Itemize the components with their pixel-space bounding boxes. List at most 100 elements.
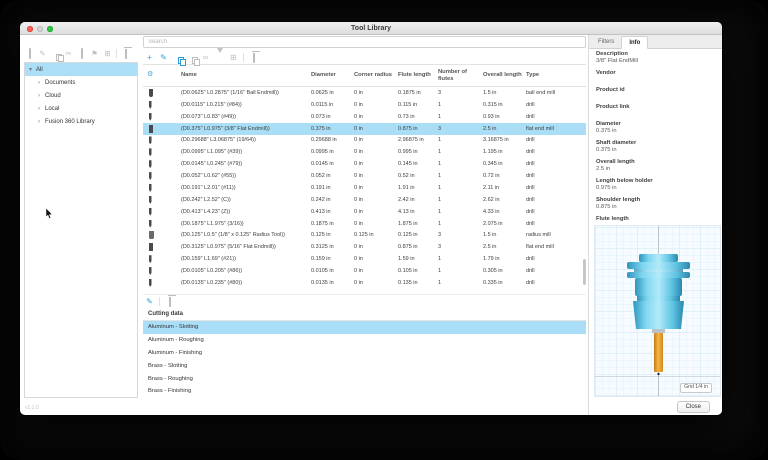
field-value: 0.375 in bbox=[596, 147, 718, 154]
titlebar: Tool Library bbox=[20, 22, 722, 35]
close-button[interactable]: Close bbox=[677, 401, 710, 413]
gear-icon[interactable]: ⚙ bbox=[143, 71, 181, 79]
col-corner-radius[interactable]: Corner radius bbox=[354, 72, 398, 79]
library-toolbar: ✎ ✂ ⚑ ⊞ bbox=[25, 47, 137, 60]
tree-item-label: All bbox=[36, 67, 43, 73]
table-row[interactable]: (D0.073" L0.83" (#49)) 0.073 in 0 in 0.7… bbox=[143, 111, 586, 123]
field-label: Shoulder length bbox=[596, 197, 718, 204]
table-header: ⚙ Name Diameter Corner radius Flute leng… bbox=[143, 65, 586, 87]
search-input[interactable] bbox=[143, 36, 586, 48]
field-label: Product link bbox=[596, 104, 718, 111]
drill-icon bbox=[149, 113, 152, 121]
chevron-right-icon[interactable]: › bbox=[38, 93, 42, 99]
export-library-icon[interactable] bbox=[77, 50, 86, 58]
import-library-icon[interactable]: ⚑ bbox=[90, 50, 99, 58]
edit-tool-icon[interactable]: ✎ bbox=[159, 53, 168, 62]
renumber-tool-icon[interactable]: ⊞ bbox=[229, 53, 238, 62]
col-number-of-flutes[interactable]: Number of flutes bbox=[438, 69, 483, 82]
cutting-item[interactable]: Brass - Slotting bbox=[143, 359, 586, 372]
tree-item-label: Documents bbox=[45, 80, 75, 86]
tool-toolbar: + ✎ ∞ ⊞ bbox=[143, 51, 586, 63]
edit-cutting-data-icon[interactable]: ✎ bbox=[145, 297, 154, 306]
col-type[interactable]: Type bbox=[526, 72, 586, 79]
drill-icon bbox=[149, 136, 152, 144]
table-row[interactable]: (D0.0625" L0.2875" (1/16" Ball Endmill))… bbox=[143, 87, 586, 99]
cutting-data-list: Aluminum - Slotting Aluminum - Roughing … bbox=[143, 321, 586, 398]
tree-item-fusion-360-library[interactable]: › Fusion 360 Library bbox=[25, 115, 137, 128]
table-row[interactable]: (D0.0115" L0.215" (#84)) 0.0115 in 0 in … bbox=[143, 99, 586, 111]
table-row[interactable]: (D0.1875" L1.975" (3/16)) 0.1875 in 0 in… bbox=[143, 218, 586, 230]
table-row[interactable]: (D0.125" L0.5" (1/8" x 0.125" Radius Too… bbox=[143, 230, 586, 242]
zoom-window-button[interactable] bbox=[47, 26, 53, 32]
rename-icon[interactable]: ✎ bbox=[38, 50, 47, 58]
table-rows: (D0.0625" L0.2875" (1/16" Ball Endmill))… bbox=[143, 87, 586, 289]
cutting-item[interactable]: Aluminum - Roughing bbox=[143, 334, 586, 347]
new-folder-icon[interactable] bbox=[25, 50, 34, 58]
chevron-right-icon[interactable]: › bbox=[38, 119, 42, 125]
chevron-right-icon[interactable]: › bbox=[38, 106, 42, 112]
field-value: 2.5 in bbox=[596, 166, 718, 173]
col-name[interactable]: Name bbox=[181, 72, 311, 79]
chevron-right-icon[interactable]: › bbox=[38, 80, 42, 86]
table-row[interactable]: (D0.0145" L0.245" (#79)) 0.0145 in 0 in … bbox=[143, 158, 586, 170]
delete-library-icon[interactable] bbox=[121, 50, 130, 58]
table-row[interactable]: (D0.242" L2.52" (C)) 0.242 in 0 in 2.42 … bbox=[143, 194, 586, 206]
info-fields: Description 3/8" Flat EndMill Vendor Pro… bbox=[596, 51, 718, 233]
tree-item-label: Local bbox=[45, 106, 59, 112]
caret-down-icon[interactable]: ▾ bbox=[29, 66, 33, 73]
table-row[interactable]: (D0.413" L4.23" (Z)) 0.413 in 0 in 4.13 … bbox=[143, 206, 586, 218]
table-row[interactable]: (D0.191" L2.01" (#11)) 0.191 in 0 in 1.9… bbox=[143, 182, 586, 194]
close-window-button[interactable] bbox=[27, 26, 33, 32]
toolbar-separator bbox=[116, 49, 117, 58]
col-overall-length[interactable]: Overall length bbox=[483, 72, 526, 79]
link-tool-icon[interactable]: ∞ bbox=[201, 53, 210, 62]
cutting-item[interactable]: Brass - Roughing bbox=[143, 372, 586, 385]
drill-icon bbox=[149, 267, 152, 275]
tree-item-all[interactable]: ▾ All bbox=[25, 63, 137, 76]
flat-endmill-icon bbox=[149, 243, 153, 251]
info-panel: Filters Info Description 3/8" Flat EndMi… bbox=[588, 35, 722, 415]
cutting-item[interactable]: Aluminum - Finishing bbox=[143, 347, 586, 360]
minimize-window-button[interactable] bbox=[37, 26, 43, 32]
delete-tool-icon[interactable] bbox=[249, 53, 258, 62]
tool-holder-render bbox=[595, 226, 721, 397]
delete-cutting-data-icon[interactable] bbox=[165, 297, 174, 306]
tab-filters[interactable]: Filters bbox=[591, 35, 621, 48]
tool-library-window: Tool Library ✎ ✂ ⚑ ⊞ ▾ All › Documents bbox=[20, 22, 722, 415]
tool-list-pane: + ✎ ∞ ⊞ ⚙ Name Diameter Corner radius Fl… bbox=[143, 36, 586, 401]
table-row[interactable]: (D0.159" L1.69" (#21)) 0.159 in 0 in 1.5… bbox=[143, 253, 586, 265]
tool-3d-preview[interactable]: Grid 1/4 in bbox=[594, 225, 721, 397]
cutting-data-header: Cutting data bbox=[143, 308, 586, 321]
table-row[interactable]: (D0.3125" L0.975" (5/16" Flat Endmill)) … bbox=[143, 241, 586, 253]
toolbar-separator bbox=[159, 297, 160, 306]
table-row-selected[interactable]: (D0.375" L0.975" (3/8" Flat Endmill)) 0.… bbox=[143, 123, 586, 135]
table-row[interactable]: (D0.29688" L3.06875" (19/64)) 0.29688 in… bbox=[143, 135, 586, 147]
field-label: Shaft diameter bbox=[596, 140, 718, 147]
field-label: Product id bbox=[596, 87, 718, 94]
window-title: Tool Library bbox=[351, 25, 391, 32]
tree-item-local[interactable]: › Local bbox=[25, 102, 137, 115]
tree-item-cloud[interactable]: › Cloud bbox=[25, 89, 137, 102]
cutting-item[interactable]: Brass - Finishing bbox=[143, 385, 586, 398]
cut-library-icon[interactable]: ✂ bbox=[64, 50, 73, 58]
table-row[interactable]: (D0.0135" L0.235" (#80)) 0.0135 in 0 in … bbox=[143, 277, 586, 289]
toolbar-separator bbox=[243, 53, 244, 62]
drill-icon bbox=[149, 279, 152, 287]
tab-info[interactable]: Info bbox=[621, 36, 648, 49]
tree-item-label: Fusion 360 Library bbox=[45, 119, 95, 125]
table-row[interactable]: (D0.0995" L1.095" (#39)) 0.0995 in 0 in … bbox=[143, 146, 586, 158]
filter-tool-icon[interactable] bbox=[215, 53, 224, 62]
drill-icon bbox=[149, 196, 152, 204]
table-row[interactable]: (D0.0105" L0.205" (#86)) 0.0105 in 0 in … bbox=[143, 265, 586, 277]
add-tool-icon[interactable]: + bbox=[145, 53, 154, 62]
tree-item-documents[interactable]: › Documents bbox=[25, 76, 137, 89]
merge-library-icon[interactable]: ⊞ bbox=[103, 50, 112, 58]
field-label: Description bbox=[596, 51, 718, 58]
table-row[interactable]: (D0.052" L0.62" (#55)) 0.052 in 0 in 0.5… bbox=[143, 170, 586, 182]
ball-endmill-icon bbox=[149, 89, 153, 97]
col-diameter[interactable]: Diameter bbox=[311, 72, 354, 79]
col-flute-length[interactable]: Flute length bbox=[398, 72, 438, 79]
table-scrollbar[interactable] bbox=[583, 259, 586, 285]
mouse-cursor bbox=[45, 208, 53, 220]
cutting-item-selected[interactable]: Aluminum - Slotting bbox=[143, 321, 586, 334]
